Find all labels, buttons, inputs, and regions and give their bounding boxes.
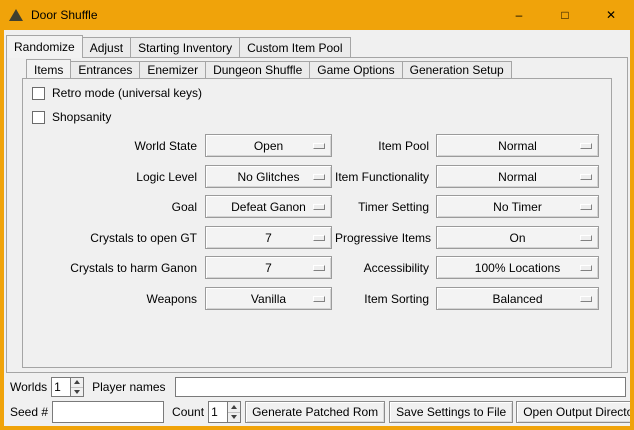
count-input[interactable] [209, 402, 227, 422]
dropdown-indicator-icon [313, 296, 325, 302]
open-output-directory-button[interactable]: Open Output Directory [516, 401, 630, 423]
dropdown-indicator-icon [580, 174, 592, 180]
item-pool-dropdown[interactable]: Normal [436, 134, 599, 157]
dropdown-indicator-icon [313, 265, 325, 271]
tab-items[interactable]: Items [26, 59, 71, 79]
progressive-items-dropdown[interactable]: On [436, 226, 599, 249]
worlds-label: Worlds [10, 380, 47, 394]
dropdown-indicator-icon [580, 296, 592, 302]
crystals-harm-ganon-label: Crystals to harm Ganon [23, 261, 197, 275]
window-title: Door Shuffle [31, 8, 98, 22]
shopsanity-label: Shopsanity [52, 110, 111, 124]
worlds-stepper[interactable] [51, 377, 84, 397]
item-pool-label: Item Pool [335, 139, 429, 153]
item-functionality-dropdown[interactable]: Normal [436, 165, 599, 188]
app-icon [9, 9, 23, 21]
seed-label: Seed # [10, 405, 48, 419]
worlds-spin-buttons [70, 378, 83, 396]
crystals-open-gt-label: Crystals to open GT [23, 231, 197, 245]
dropdown-indicator-icon [313, 143, 325, 149]
dropdown-indicator-icon [313, 174, 325, 180]
goal-dropdown[interactable]: Defeat Ganon [205, 195, 332, 218]
tab-entrances[interactable]: Entrances [70, 61, 140, 79]
shopsanity-checkbox[interactable] [32, 111, 45, 124]
settings-row: Goal Defeat Ganon Timer Setting No Timer [23, 195, 611, 218]
worlds-row: Worlds Player names [10, 377, 626, 397]
spin-down-icon[interactable] [71, 387, 83, 397]
item-functionality-label: Item Functionality [335, 170, 429, 184]
seed-row: Seed # Count Generate Patched Rom Save S… [10, 401, 626, 423]
spin-up-icon[interactable] [228, 402, 240, 412]
item-sorting-label: Item Sorting [335, 292, 429, 306]
dropdown-indicator-icon [580, 265, 592, 271]
settings-row: Logic Level No Glitches Item Functionali… [23, 165, 611, 188]
logic-level-label: Logic Level [23, 170, 197, 184]
tab-generation-setup[interactable]: Generation Setup [402, 61, 512, 79]
goal-label: Goal [23, 200, 197, 214]
spin-up-icon[interactable] [71, 378, 83, 387]
dropdown-indicator-icon [580, 235, 592, 241]
tab-starting-inventory[interactable]: Starting Inventory [130, 37, 240, 58]
dropdown-indicator-icon [580, 143, 592, 149]
count-spin-buttons [227, 402, 240, 422]
settings-row: Crystals to open GT 7 Progressive Items … [23, 226, 611, 249]
app-window: Door Shuffle – □ ✕ Randomize Adjust Star… [0, 0, 634, 430]
primary-tab-bar: Randomize Adjust Starting Inventory Cust… [6, 35, 351, 58]
minimize-icon[interactable]: – [496, 0, 542, 30]
items-pane: Retro mode (universal keys) Shopsanity W… [22, 78, 612, 368]
accessibility-label: Accessibility [335, 261, 429, 275]
secondary-tab-bar: Items Entrances Enemizer Dungeon Shuffle… [26, 59, 512, 79]
settings-row: World State Open Item Pool Normal [23, 134, 611, 157]
weapons-dropdown[interactable]: Vanilla [205, 287, 332, 310]
logic-level-dropdown[interactable]: No Glitches [205, 165, 332, 188]
crystals-harm-ganon-dropdown[interactable]: 7 [205, 256, 332, 279]
accessibility-dropdown[interactable]: 100% Locations [436, 256, 599, 279]
spin-down-icon[interactable] [228, 412, 240, 423]
window-controls: – □ ✕ [496, 0, 634, 30]
seed-input[interactable] [52, 401, 164, 423]
item-sorting-dropdown[interactable]: Balanced [436, 287, 599, 310]
close-icon[interactable]: ✕ [588, 0, 634, 30]
timer-setting-label: Timer Setting [335, 200, 429, 214]
settings-row: Crystals to harm Ganon 7 Accessibility 1… [23, 256, 611, 279]
progressive-items-label: Progressive Items [335, 231, 429, 245]
tab-enemizer[interactable]: Enemizer [139, 61, 206, 79]
player-names-input[interactable] [175, 377, 627, 397]
client-area: Randomize Adjust Starting Inventory Cust… [4, 30, 630, 426]
worlds-input[interactable] [52, 378, 70, 396]
timer-setting-dropdown[interactable]: No Timer [436, 195, 599, 218]
save-settings-button[interactable]: Save Settings to File [389, 401, 513, 423]
tab-adjust[interactable]: Adjust [82, 37, 131, 58]
maximize-icon[interactable]: □ [542, 0, 588, 30]
world-state-dropdown[interactable]: Open [205, 134, 332, 157]
titlebar[interactable]: Door Shuffle – □ ✕ [0, 0, 634, 30]
dropdown-indicator-icon [313, 235, 325, 241]
retro-mode-checkbox[interactable] [32, 87, 45, 100]
weapons-label: Weapons [23, 292, 197, 306]
tab-dungeon-shuffle[interactable]: Dungeon Shuffle [205, 61, 310, 79]
generate-patched-rom-button[interactable]: Generate Patched Rom [245, 401, 385, 423]
shopsanity-checkbox-row[interactable]: Shopsanity [32, 110, 111, 124]
count-label: Count [172, 405, 204, 419]
world-state-label: World State [23, 139, 197, 153]
settings-row: Weapons Vanilla Item Sorting Balanced [23, 287, 611, 310]
tab-randomize[interactable]: Randomize [6, 35, 83, 58]
retro-mode-label: Retro mode (universal keys) [52, 86, 202, 100]
count-stepper[interactable] [208, 401, 241, 423]
dropdown-indicator-icon [313, 204, 325, 210]
crystals-open-gt-dropdown[interactable]: 7 [205, 226, 332, 249]
tab-game-options[interactable]: Game Options [309, 61, 402, 79]
dropdown-indicator-icon [580, 204, 592, 210]
player-names-label: Player names [92, 380, 165, 394]
retro-mode-checkbox-row[interactable]: Retro mode (universal keys) [32, 86, 202, 100]
tab-custom-item-pool[interactable]: Custom Item Pool [239, 37, 350, 58]
